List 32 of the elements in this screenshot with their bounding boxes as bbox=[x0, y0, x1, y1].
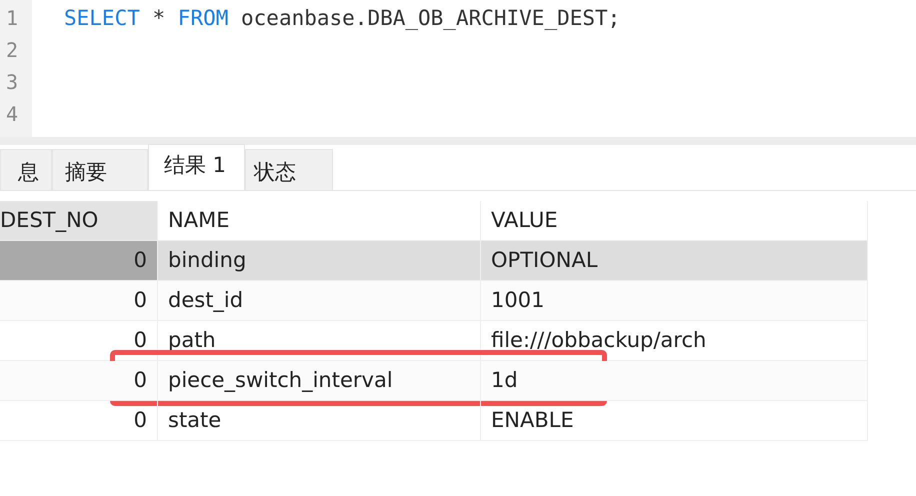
table-row[interactable]: 0 dest_id 1001 bbox=[0, 281, 867, 321]
table-cell: path bbox=[158, 321, 481, 360]
table-cell-text: ENABLE bbox=[490, 407, 575, 434]
table-cell-text: 1d bbox=[490, 367, 519, 394]
table-cell: 0 bbox=[0, 321, 158, 360]
table-row[interactable]: 0 binding OPTIONAL bbox=[0, 241, 867, 281]
line-number: 2 bbox=[5, 37, 20, 64]
code-line: SELECT * FROM oceanbase.DBA_OB_ARCHIVE_DEST; bbox=[64, 6, 620, 30]
result-tab[interactable]: 结果 1 bbox=[148, 144, 246, 190]
splitter-bar[interactable] bbox=[0, 137, 916, 145]
column-header[interactable]: VALUE bbox=[481, 201, 867, 240]
table-row[interactable]: 0 piece_switch_interval 1d bbox=[0, 361, 867, 401]
column-header[interactable]: DEST_NO bbox=[0, 201, 158, 240]
table-cell: dest_id bbox=[158, 281, 481, 320]
table-row[interactable]: 0 state ENABLE bbox=[0, 401, 867, 441]
table-cell: 0 bbox=[0, 401, 158, 440]
line-number: 1 bbox=[5, 5, 20, 32]
result-tab[interactable]: 状态 bbox=[245, 149, 334, 190]
column-header[interactable]: NAME bbox=[158, 201, 481, 240]
table-cell: piece_switch_interval bbox=[158, 361, 481, 400]
result-tab[interactable]: 摘要 bbox=[52, 149, 148, 190]
table-cell: binding bbox=[158, 241, 481, 280]
table-cell: 0 bbox=[0, 241, 158, 280]
table-cell-text: file:///obbackup/arch bbox=[490, 327, 708, 354]
table-cell: 0 bbox=[0, 361, 158, 400]
line-number: 3 bbox=[5, 69, 20, 96]
table-cell: state bbox=[158, 401, 481, 440]
table-cell-text: OPTIONAL bbox=[490, 247, 599, 274]
table-cell: 0 bbox=[0, 281, 158, 320]
line-number: 4 bbox=[5, 101, 20, 128]
result-tab[interactable]: 息 bbox=[0, 149, 52, 190]
table-cell-text: 1001 bbox=[490, 287, 546, 314]
